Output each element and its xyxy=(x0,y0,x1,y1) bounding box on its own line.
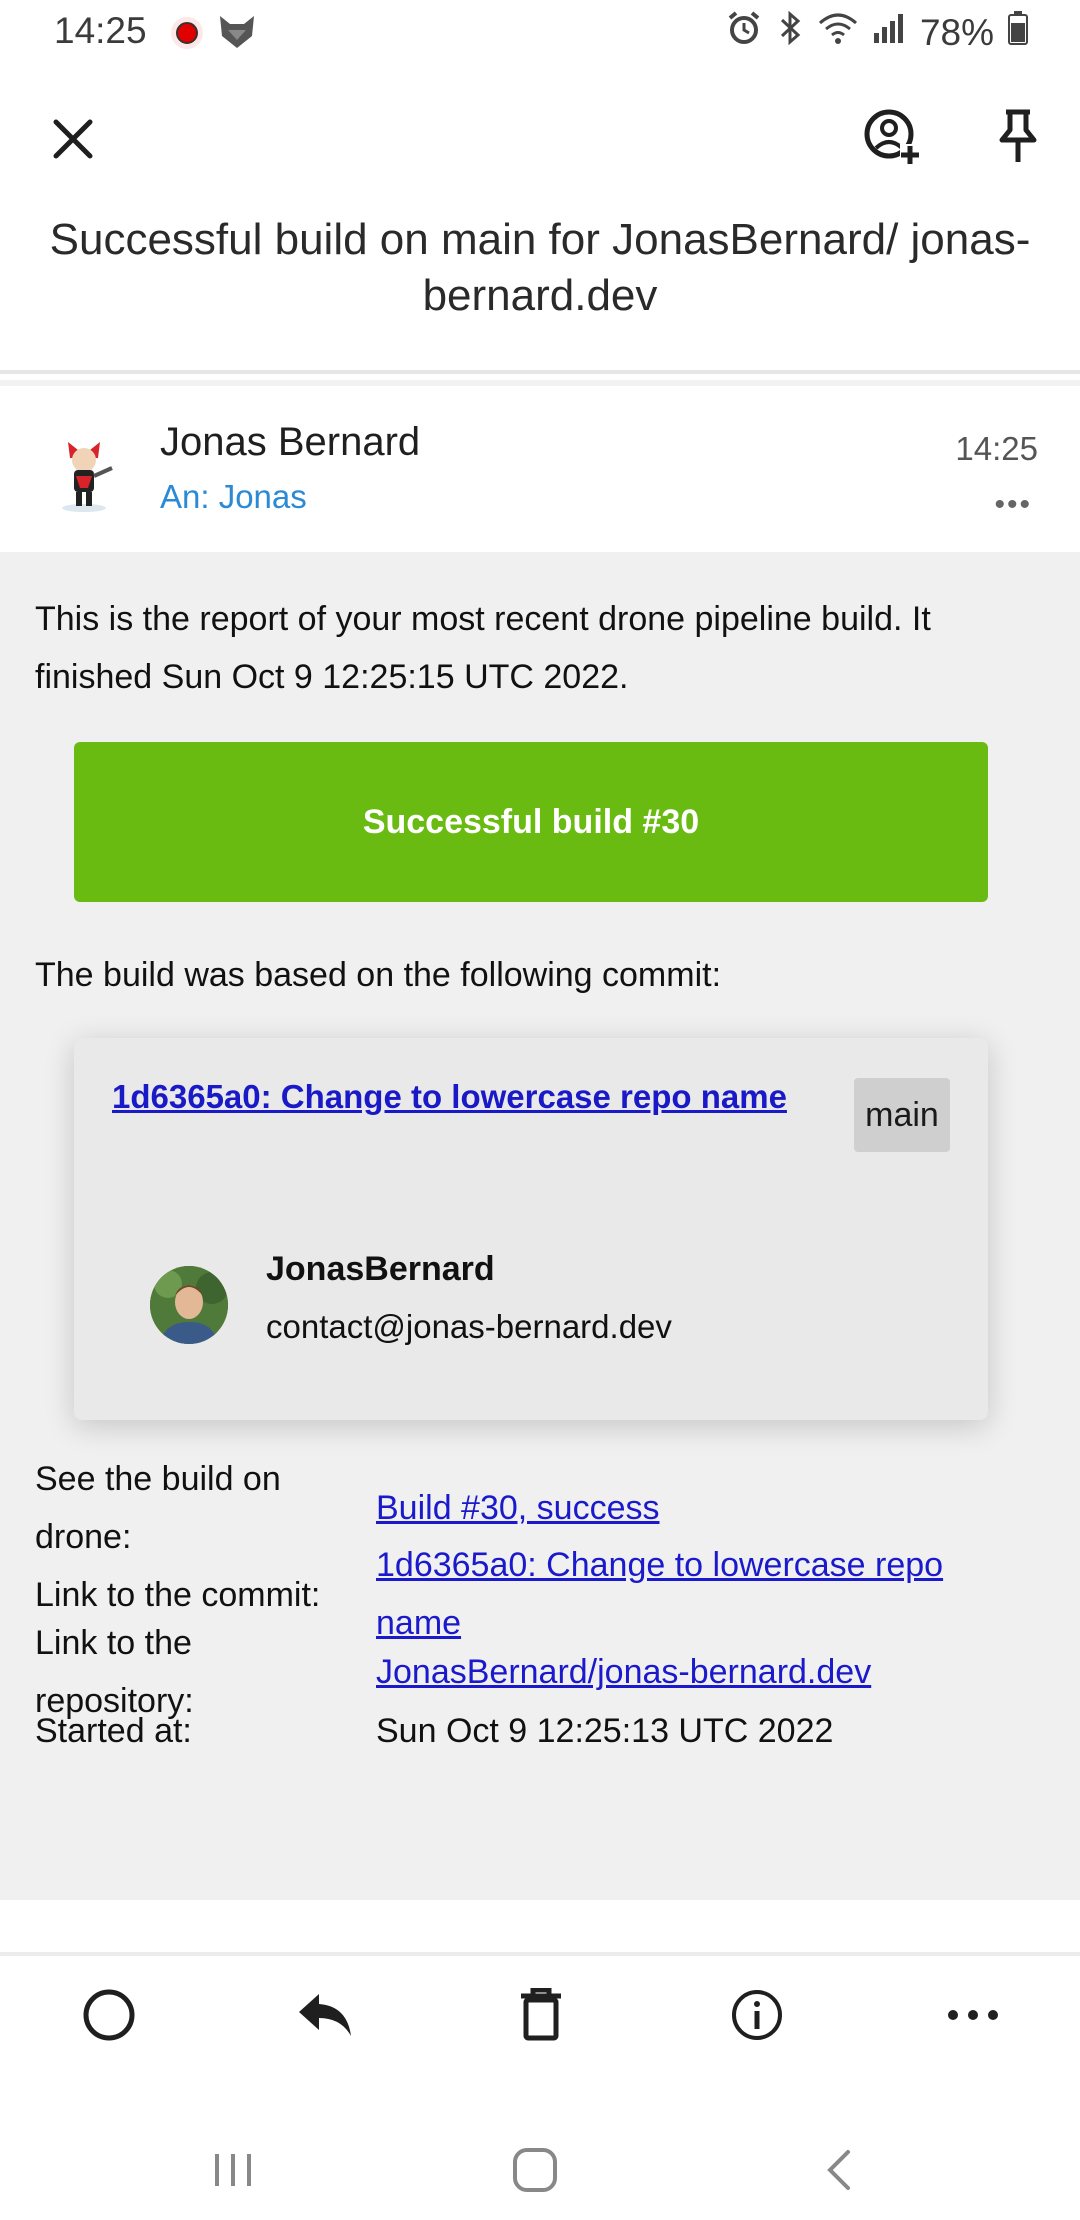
trash-icon xyxy=(521,1988,561,2041)
more-button[interactable] xyxy=(938,1980,1008,2050)
commit-intro-text: The build was based on the following com… xyxy=(35,956,722,994)
author-photo xyxy=(150,1266,228,1344)
pin-button[interactable] xyxy=(988,106,1048,166)
recent-apps-icon xyxy=(215,2154,251,2186)
bottom-toolbar xyxy=(0,1980,1080,2070)
recording-icon xyxy=(171,17,203,49)
sender-avatar[interactable] xyxy=(54,432,118,512)
back-chevron-icon xyxy=(827,2150,850,2190)
bluetooth-icon xyxy=(776,10,804,55)
wifi-icon xyxy=(818,11,858,54)
success-banner: Successful build #30 xyxy=(74,742,988,902)
started-at-value: Sun Oct 9 12:25:13 UTC 2022 xyxy=(376,1712,834,1750)
message-more-button[interactable]: ••• xyxy=(994,488,1032,522)
person-add-icon xyxy=(864,109,920,164)
author-email: contact@jonas-bernard.dev xyxy=(266,1308,672,1345)
home-button[interactable] xyxy=(500,2140,570,2200)
build-link[interactable]: Build #30, success xyxy=(376,1479,1016,1537)
info-label-started: Started at: xyxy=(35,1712,192,1750)
email-subject: Successful build on main for JonasBernar… xyxy=(49,215,1031,320)
author-name: JonasBernard xyxy=(266,1250,495,1288)
more-horizontal-icon xyxy=(948,2010,998,2020)
author-avatar xyxy=(150,1266,228,1344)
close-icon xyxy=(53,119,93,159)
commit-link[interactable]: 1d6365a0: Change to lowercase repo name xyxy=(112,1078,787,1116)
recipient-label[interactable]: An: Jonas xyxy=(160,478,307,516)
status-time: 14:25 xyxy=(54,10,147,51)
divider xyxy=(0,380,1080,386)
branch-badge: main xyxy=(854,1078,950,1152)
commit-card: 1d6365a0: Change to lowercase repo name … xyxy=(74,1038,988,1420)
info-icon xyxy=(732,1990,782,2040)
signal-icon xyxy=(872,11,906,54)
reply-icon xyxy=(299,1994,351,2036)
drone-mascot-icon xyxy=(62,442,113,512)
divider xyxy=(0,1952,1080,1956)
info-label-drone: See the build on drone: xyxy=(35,1460,281,1556)
divider xyxy=(0,370,1080,374)
circle-icon xyxy=(83,1989,135,2041)
close-button[interactable] xyxy=(46,112,100,166)
home-icon xyxy=(513,2148,557,2192)
pin-icon xyxy=(999,109,1037,162)
delete-button[interactable] xyxy=(506,1980,576,2050)
system-navigation-bar xyxy=(0,2120,1080,2220)
reply-button[interactable] xyxy=(290,1980,360,2050)
add-contact-button[interactable] xyxy=(862,106,922,166)
info-button[interactable] xyxy=(722,1980,792,2050)
status-bar: 14:25 78% xyxy=(0,0,1080,68)
message-time: 14:25 xyxy=(955,430,1038,467)
alarm-icon xyxy=(726,10,762,55)
battery-icon xyxy=(1008,11,1028,54)
fox-app-icon xyxy=(218,14,256,55)
recent-apps-button[interactable] xyxy=(198,2140,268,2200)
intro-text: This is the report of your most recent d… xyxy=(35,600,931,696)
status-right: 78% xyxy=(726,10,1028,55)
battery-level: 78% xyxy=(919,11,994,53)
mark-unread-button[interactable] xyxy=(74,1980,144,2050)
email-body: This is the report of your most recent d… xyxy=(0,552,1080,1900)
sender-name: Jonas Bernard xyxy=(160,420,421,464)
repository-link[interactable]: JonasBernard/jonas-bernard.dev xyxy=(376,1643,1016,1701)
back-button[interactable] xyxy=(804,2140,874,2200)
commit-url-link[interactable]: 1d6365a0: Change to lowercase repo name xyxy=(376,1536,1016,1652)
